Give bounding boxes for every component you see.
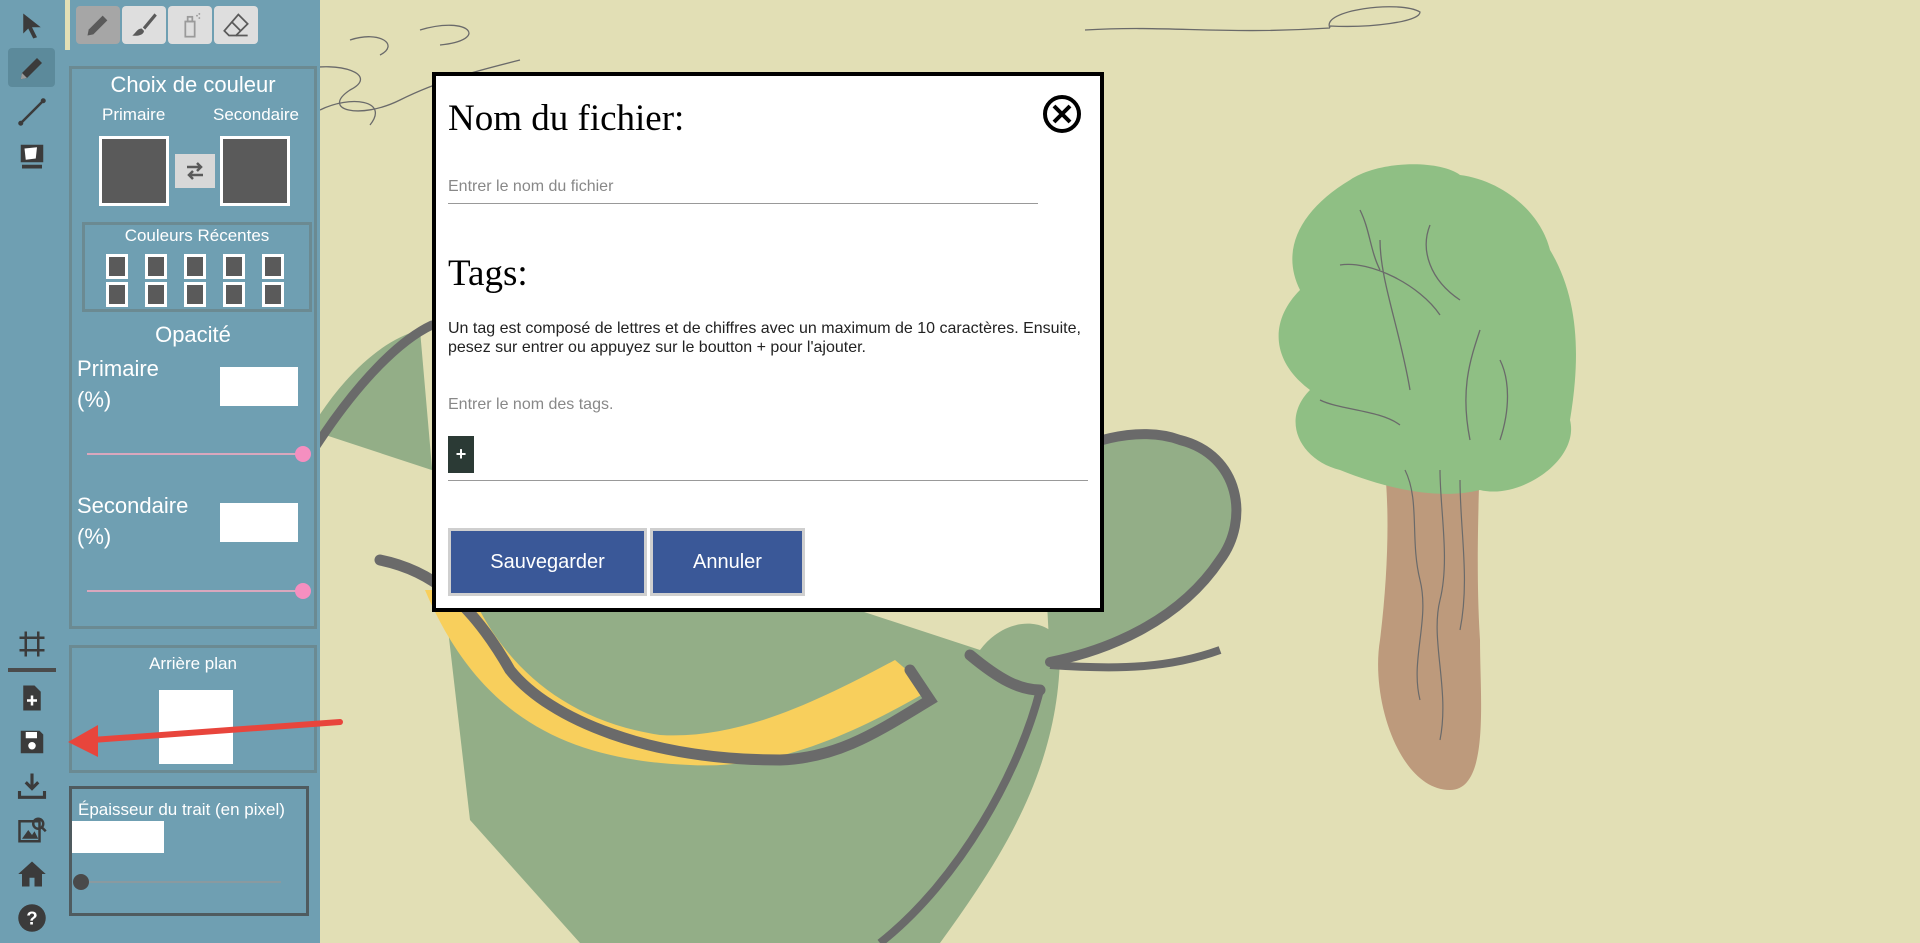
save-dialog: Nom du fichier: Tags: Un tag est composé…: [432, 72, 1104, 612]
filename-title: Nom du fichier:: [448, 98, 685, 139]
cancel-button[interactable]: Annuler: [650, 528, 805, 596]
close-icon: [1043, 95, 1081, 133]
add-tag-button[interactable]: +: [448, 436, 474, 473]
tags-title: Tags:: [448, 253, 528, 294]
save-confirm-button[interactable]: Sauvegarder: [448, 528, 647, 596]
close-button[interactable]: [1042, 94, 1082, 134]
tags-input[interactable]: [448, 390, 1088, 420]
tags-help-text: Un tag est composé de lettres et de chif…: [448, 320, 1081, 356]
filename-input[interactable]: [448, 170, 1038, 204]
tags-divider: [448, 480, 1088, 481]
